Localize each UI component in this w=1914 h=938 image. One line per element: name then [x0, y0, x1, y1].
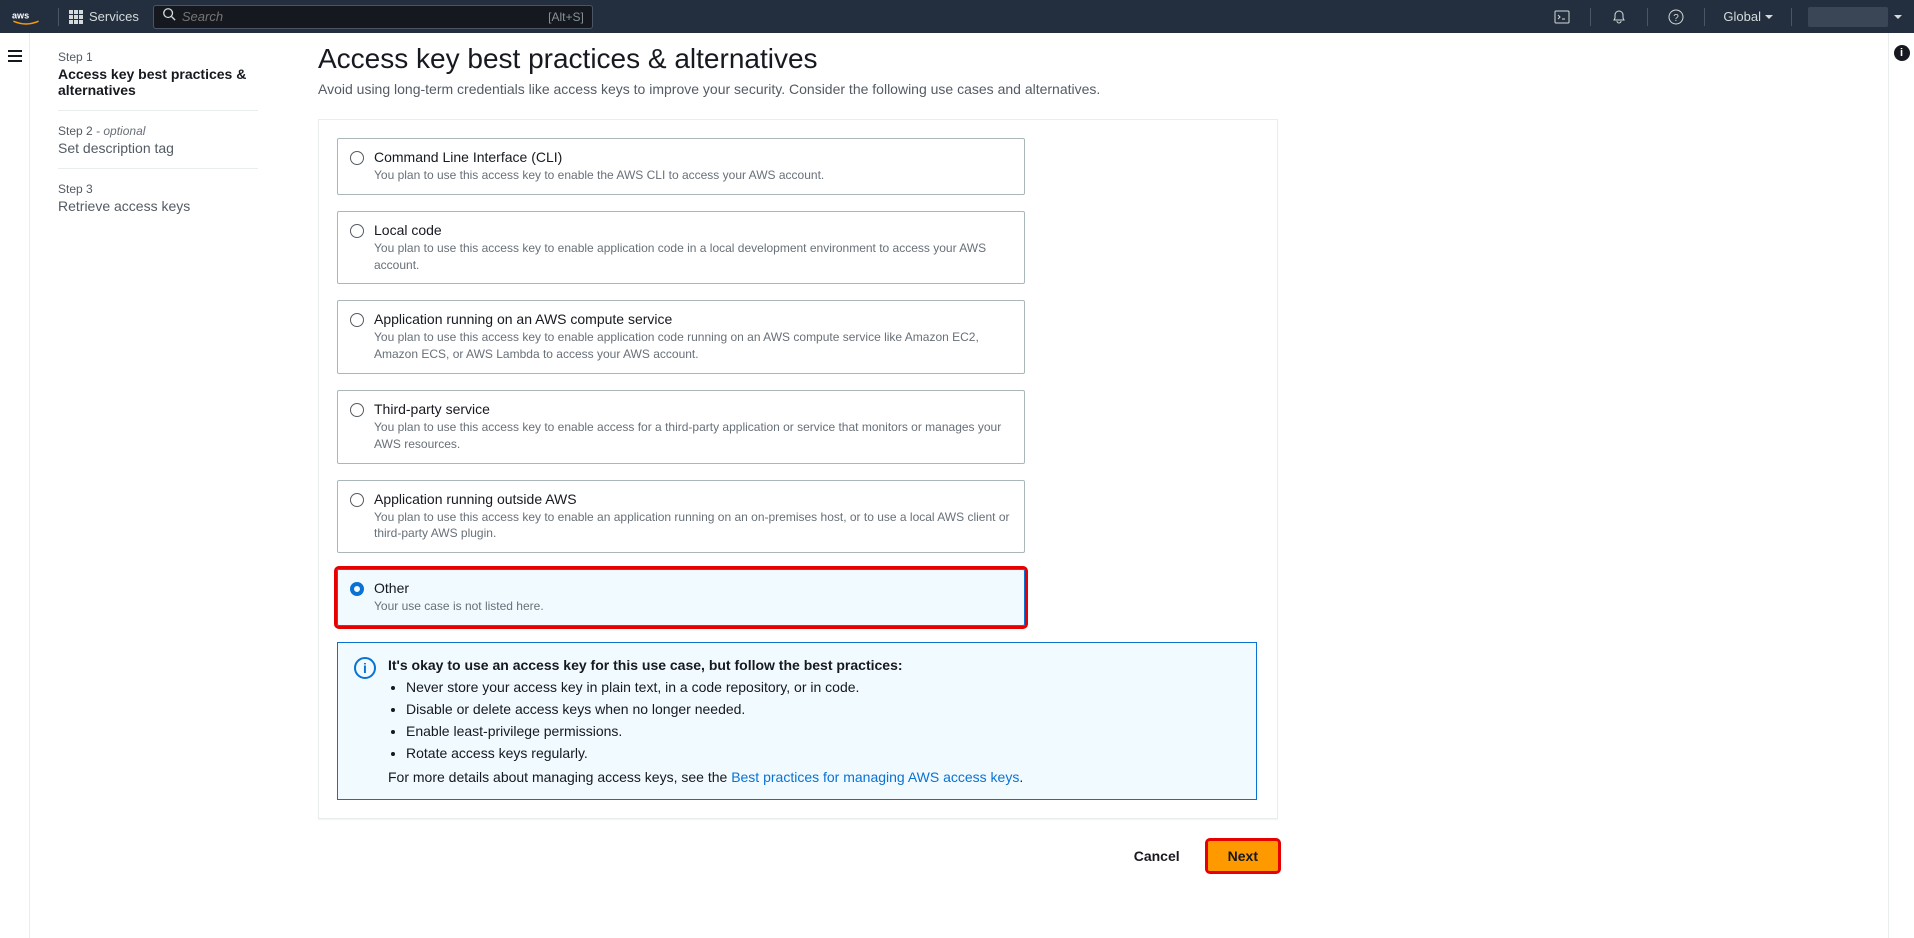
- radio-icon: [350, 403, 364, 417]
- left-rail: [0, 33, 30, 938]
- banner-list: Never store your access key in plain tex…: [406, 679, 1240, 761]
- radio-icon: [350, 493, 364, 507]
- banner-bullet: Rotate access keys regularly.: [406, 745, 1240, 761]
- banner-title: It's okay to use an access key for this …: [388, 657, 1240, 673]
- search-shortcut-hint: [Alt+S]: [548, 10, 584, 24]
- banner-bullet: Never store your access key in plain tex…: [406, 679, 1240, 695]
- step-number: Step 3: [58, 182, 258, 196]
- search-box[interactable]: [Alt+S]: [153, 5, 593, 29]
- banner-footer: For more details about managing access k…: [388, 769, 1240, 785]
- option-other[interactable]: Other Your use case is not listed here.: [337, 569, 1025, 626]
- step-2[interactable]: Step 2 - optional Set description tag: [58, 121, 258, 169]
- button-row: Cancel Next: [318, 841, 1278, 871]
- services-menu[interactable]: Services: [69, 9, 139, 24]
- option-title: Other: [374, 580, 1012, 596]
- svg-text:?: ?: [1674, 13, 1680, 24]
- radio-icon: [350, 224, 364, 238]
- divider: [1704, 8, 1705, 26]
- radio-icon: [350, 582, 364, 596]
- option-title: Command Line Interface (CLI): [374, 149, 1012, 165]
- search-icon: [162, 7, 176, 26]
- content-area: Step 1 Access key best practices & alter…: [30, 33, 1888, 938]
- option-local-code[interactable]: Local code You plan to use this access k…: [337, 211, 1025, 285]
- cancel-button[interactable]: Cancel: [1114, 842, 1200, 870]
- info-panel-toggle[interactable]: i: [1894, 45, 1910, 61]
- option-desc: Your use case is not listed here.: [374, 598, 1012, 615]
- step-number: Step 2 - optional: [58, 124, 258, 138]
- divider: [58, 8, 59, 26]
- option-third-party[interactable]: Third-party service You plan to use this…: [337, 390, 1025, 464]
- help-icon[interactable]: ?: [1668, 9, 1684, 25]
- option-title: Third-party service: [374, 401, 1012, 417]
- step-title: Set description tag: [58, 140, 258, 156]
- account-menu[interactable]: [1808, 7, 1888, 27]
- region-label: Global: [1723, 9, 1761, 24]
- page-title: Access key best practices & alternatives: [318, 43, 1278, 75]
- grid-icon: [69, 10, 83, 24]
- top-nav: aws Services [Alt+S] ? Global: [0, 0, 1914, 33]
- radio-icon: [350, 151, 364, 165]
- info-icon: i: [354, 657, 376, 679]
- info-banner: i It's okay to use an access key for thi…: [337, 642, 1257, 800]
- step-1[interactable]: Step 1 Access key best practices & alter…: [58, 47, 258, 111]
- radio-icon: [350, 313, 364, 327]
- region-selector[interactable]: Global: [1715, 9, 1781, 24]
- caret-down-icon: [1765, 15, 1773, 19]
- search-input[interactable]: [182, 9, 548, 24]
- step-title: Retrieve access keys: [58, 198, 258, 214]
- divider: [1791, 8, 1792, 26]
- option-cli[interactable]: Command Line Interface (CLI) You plan to…: [337, 138, 1025, 195]
- caret-down-icon: [1894, 15, 1902, 19]
- option-title: Application running outside AWS: [374, 491, 1012, 507]
- option-desc: You plan to use this access key to enabl…: [374, 419, 1012, 453]
- best-practices-link[interactable]: Best practices for managing AWS access k…: [731, 769, 1019, 785]
- option-title: Application running on an AWS compute se…: [374, 311, 1012, 327]
- menu-icon[interactable]: [8, 47, 22, 938]
- option-desc: You plan to use this access key to enabl…: [374, 167, 1012, 184]
- notifications-icon[interactable]: [1611, 9, 1627, 25]
- right-rail: i: [1888, 33, 1914, 938]
- option-desc: You plan to use this access key to enabl…: [374, 509, 1012, 543]
- services-label: Services: [89, 9, 139, 24]
- banner-bullet: Enable least-privilege permissions.: [406, 723, 1240, 739]
- next-button[interactable]: Next: [1208, 841, 1278, 871]
- option-title: Local code: [374, 222, 1012, 238]
- option-desc: You plan to use this access key to enabl…: [374, 329, 1012, 363]
- cloudshell-icon[interactable]: [1554, 9, 1570, 25]
- step-title: Access key best practices & alternatives: [58, 66, 258, 98]
- banner-bullet: Disable or delete access keys when no lo…: [406, 701, 1240, 717]
- page-description: Avoid using long-term credentials like a…: [318, 81, 1278, 97]
- options-card: Command Line Interface (CLI) You plan to…: [318, 119, 1278, 819]
- option-desc: You plan to use this access key to enabl…: [374, 240, 1012, 274]
- aws-logo[interactable]: aws: [12, 8, 40, 26]
- step-3[interactable]: Step 3 Retrieve access keys: [58, 179, 258, 226]
- svg-text:aws: aws: [12, 10, 29, 20]
- wizard-steps: Step 1 Access key best practices & alter…: [58, 43, 258, 871]
- step-number: Step 1: [58, 50, 258, 64]
- option-outside-aws[interactable]: Application running outside AWS You plan…: [337, 480, 1025, 554]
- divider: [1647, 8, 1648, 26]
- divider: [1590, 8, 1591, 26]
- option-aws-compute[interactable]: Application running on an AWS compute se…: [337, 300, 1025, 374]
